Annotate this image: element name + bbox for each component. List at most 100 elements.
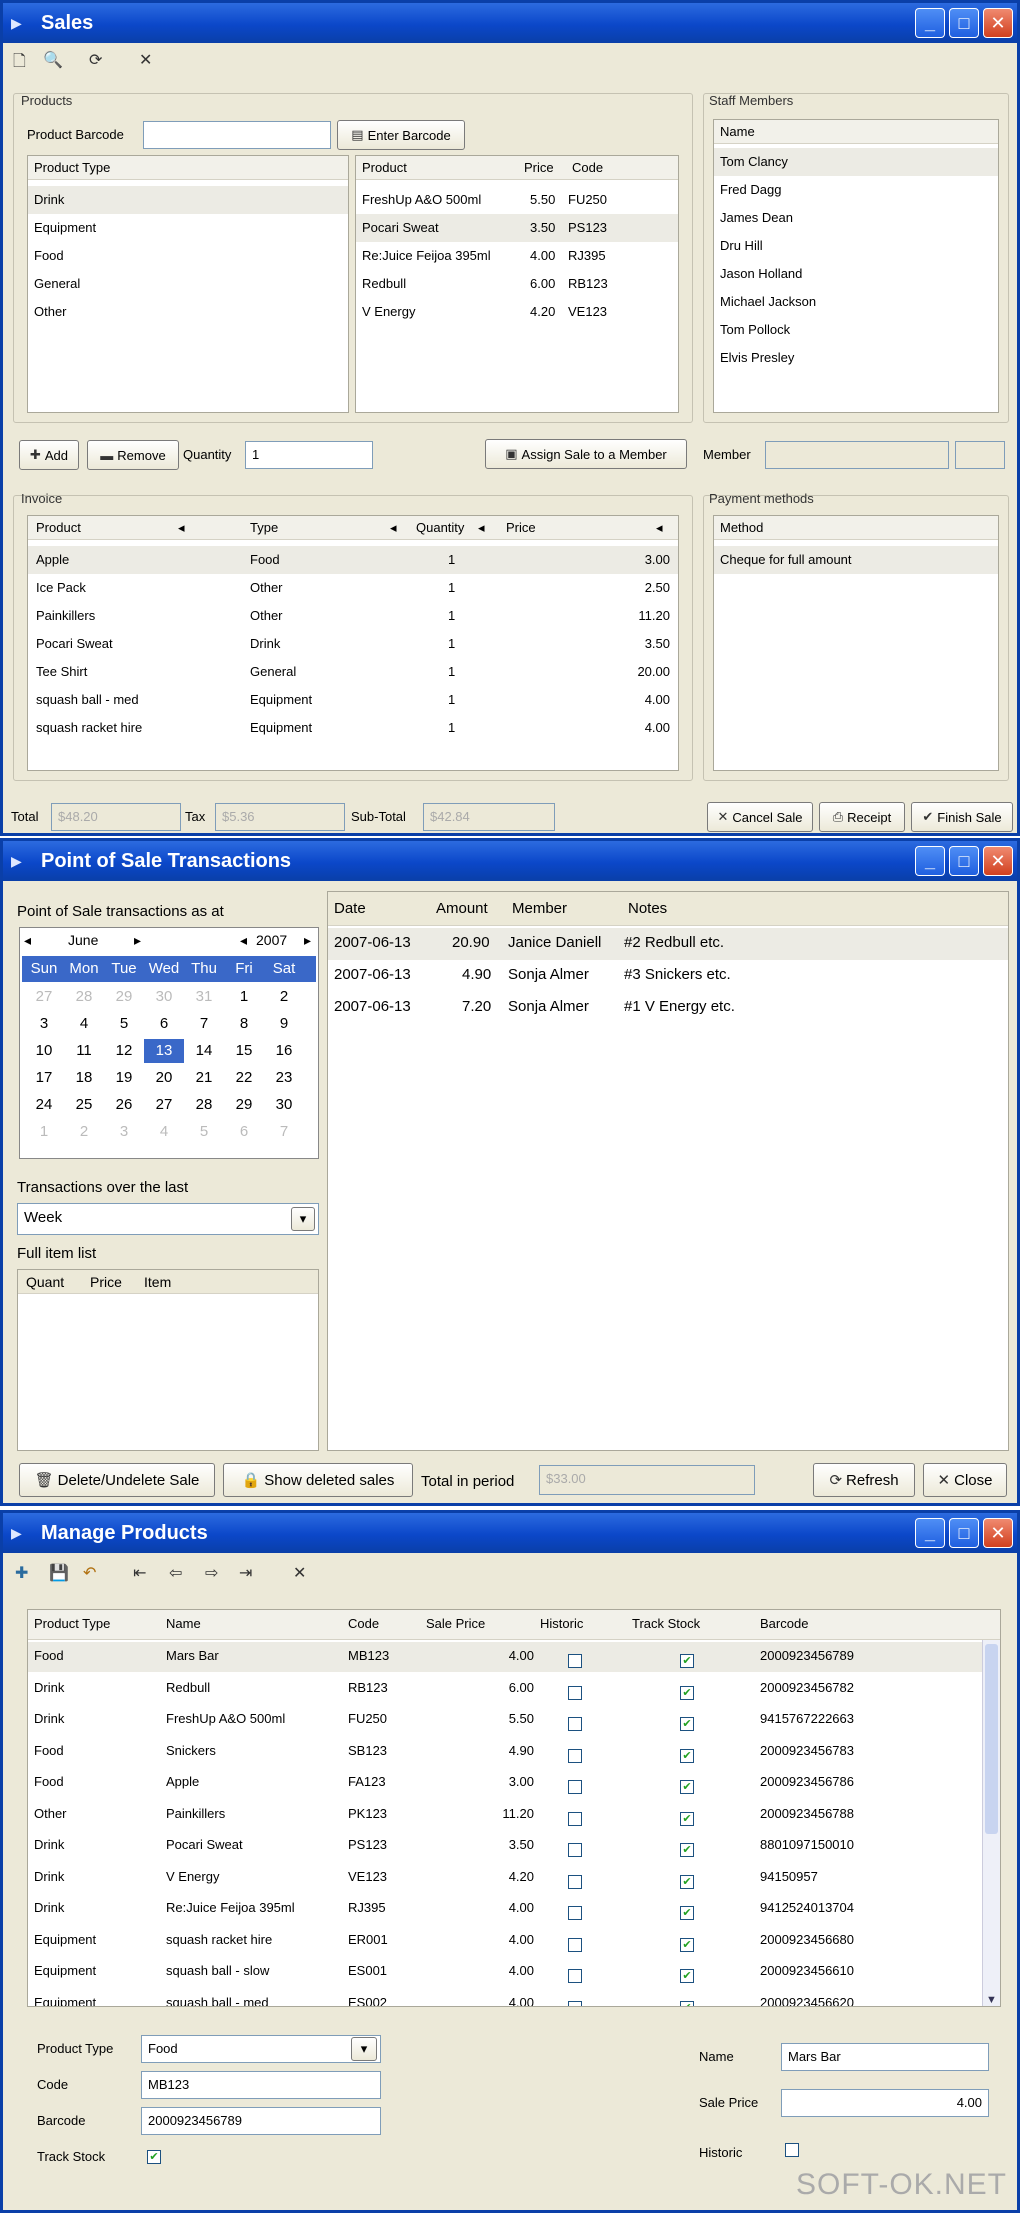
maximize-button[interactable]: □: [949, 1518, 979, 1548]
list-item[interactable]: Re:Juice Feijoa 395ml 4.00 RJ395: [356, 242, 678, 270]
barcode-input[interactable]: [143, 121, 331, 149]
calendar-day[interactable]: 26: [104, 1096, 144, 1113]
calendar-day[interactable]: 21: [184, 1069, 224, 1086]
scrollbar-thumb[interactable]: [985, 1644, 998, 1834]
cancel-sale-button[interactable]: ✕ Cancel Sale: [707, 802, 813, 832]
list-item[interactable]: Jason Holland: [714, 260, 998, 288]
table-row[interactable]: Drink FreshUp A&O 500ml FU250 5.50 941576722…: [28, 1705, 1000, 1735]
delete-icon[interactable]: ✕: [139, 50, 152, 70]
calendar-day[interactable]: 18: [64, 1069, 104, 1086]
list-item[interactable]: Equipment: [28, 214, 348, 242]
table-row[interactable]: Food Apple FA123 3.00 2000923456786 ✔: [28, 1768, 1000, 1798]
list-item[interactable]: Tom Pollock: [714, 316, 998, 344]
save-icon[interactable]: 💾: [49, 1563, 69, 1583]
calendar-day[interactable]: 1: [24, 1123, 64, 1140]
scrollbar[interactable]: ▼: [982, 1640, 1000, 2006]
list-item[interactable]: Cheque for full amount: [714, 546, 998, 574]
calendar-day[interactable]: 12: [104, 1042, 144, 1059]
list-item[interactable]: James Dean: [714, 204, 998, 232]
payment-list[interactable]: Method Cheque for full amount: [713, 515, 999, 771]
list-item[interactable]: General: [28, 270, 348, 298]
table-row[interactable]: Food Mars Bar MB123 4.00 2000923456789 ✔: [28, 1642, 1000, 1672]
table-row[interactable]: 2007-06-13 20.90 Janice Daniell #2 Redbull …: [328, 928, 1008, 960]
first-record-icon[interactable]: ⇤: [133, 1563, 146, 1583]
calendar-day[interactable]: 7: [264, 1123, 304, 1140]
delete-sale-button[interactable]: 🗑 Delete/Undelete Sale: [19, 1463, 215, 1497]
calendar-day[interactable]: 25: [64, 1096, 104, 1113]
calendar-day[interactable]: 23: [264, 1069, 304, 1086]
maximize-button[interactable]: □: [949, 8, 979, 38]
calendar-day[interactable]: 22: [224, 1069, 264, 1086]
list-item[interactable]: Tom Clancy: [714, 148, 998, 176]
transactions-table[interactable]: Date Amount Member Notes 2007-06-13 20.90…: [327, 891, 1009, 1451]
receipt-button[interactable]: ⎙ Receipt: [819, 802, 905, 832]
calendar-day[interactable]: 19: [104, 1069, 144, 1086]
minimize-button[interactable]: _: [915, 846, 945, 876]
close-button[interactable]: ✕: [983, 846, 1013, 876]
calendar-day[interactable]: 30: [264, 1096, 304, 1113]
table-row[interactable]: squash ball - med Equipment 1 4.00: [28, 686, 678, 714]
calendar-day[interactable]: 13: [144, 1039, 184, 1063]
table-row[interactable]: 2007-06-13 4.90 Sonja Almer #3 Snickers etc…: [328, 960, 1008, 992]
calendar-day[interactable]: 1: [224, 988, 264, 1005]
list-item[interactable]: Other: [28, 298, 348, 326]
list-item[interactable]: Elvis Presley: [714, 344, 998, 372]
invoice-table[interactable]: Product ◂ Type ◂ Quantity ◂ Price ◂ Appl…: [27, 515, 679, 771]
search-icon[interactable]: 🔍: [43, 50, 63, 70]
list-item[interactable]: Food: [28, 242, 348, 270]
prev-record-icon[interactable]: ⇦: [169, 1563, 182, 1583]
chevron-down-icon[interactable]: ▾: [351, 2037, 377, 2061]
table-row[interactable]: Equipment squash ball - slow ES001 4.00 2000…: [28, 1957, 1000, 1987]
form-name-input[interactable]: Mars Bar: [781, 2043, 989, 2071]
calendar-day[interactable]: 7: [184, 1015, 224, 1032]
calendar-day[interactable]: 30: [144, 988, 184, 1005]
assign-sale-button[interactable]: ▣ Assign Sale to a Member: [485, 439, 687, 469]
table-row[interactable]: squash racket hire Equipment 1 4.00: [28, 714, 678, 742]
calendar[interactable]: ◂ June ▸ ◂ 2007 ▸ Sun Mon Tue Wed Thu Fri Sat 2…: [19, 927, 319, 1159]
calendar-day[interactable]: 9: [264, 1015, 304, 1032]
calendar-day[interactable]: 5: [104, 1015, 144, 1032]
table-row[interactable]: Painkillers Other 1 11.20: [28, 602, 678, 630]
undo-icon[interactable]: ↶: [83, 1563, 96, 1583]
calendar-day[interactable]: 24: [24, 1096, 64, 1113]
refresh-icon[interactable]: ⟳: [89, 50, 102, 70]
calendar-day[interactable]: 28: [64, 988, 104, 1005]
calendar-day[interactable]: 10: [24, 1042, 64, 1059]
list-item[interactable]: Redbull 6.00 RB123: [356, 270, 678, 298]
maximize-button[interactable]: □: [949, 846, 979, 876]
finish-sale-button[interactable]: ✔ Finish Sale: [911, 802, 1013, 832]
add-button[interactable]: ✚ Add: [19, 440, 79, 470]
period-select[interactable]: Week: [17, 1203, 319, 1235]
list-item[interactable]: Fred Dagg: [714, 176, 998, 204]
calendar-day[interactable]: 6: [144, 1015, 184, 1032]
table-row[interactable]: Apple Food 1 3.00: [28, 546, 678, 574]
remove-button[interactable]: ▬ Remove: [87, 440, 179, 470]
last-record-icon[interactable]: ⇥: [239, 1563, 252, 1583]
table-row[interactable]: Drink Redbull RB123 6.00 2000923456782 ✔: [28, 1674, 1000, 1704]
minimize-button[interactable]: _: [915, 1518, 945, 1548]
quantity-input[interactable]: 1: [245, 441, 373, 469]
scroll-down-icon[interactable]: ▼: [986, 1994, 997, 2006]
minimize-button[interactable]: _: [915, 8, 945, 38]
calendar-day[interactable]: 2: [64, 1123, 104, 1140]
form-price-input[interactable]: 4.00: [781, 2089, 989, 2117]
calendar-day[interactable]: 8: [224, 1015, 264, 1032]
add-icon[interactable]: ✚: [15, 1563, 28, 1583]
prev-month-icon[interactable]: ◂: [24, 932, 31, 949]
enter-barcode-button[interactable]: ▤ Enter Barcode: [337, 120, 465, 150]
prev-year-icon[interactable]: ◂: [240, 932, 247, 949]
staff-list[interactable]: Name Tom Clancy Fred Dagg James Dean Dru…: [713, 119, 999, 413]
calendar-day[interactable]: 20: [144, 1069, 184, 1086]
calendar-month[interactable]: June: [68, 932, 98, 948]
table-row[interactable]: 2007-06-13 7.20 Sonja Almer #1 V Energy etc…: [328, 992, 1008, 1024]
delete-icon[interactable]: ✕: [293, 1563, 306, 1583]
list-item[interactable]: Drink: [28, 186, 348, 214]
list-item[interactable]: Pocari Sweat 3.50 PS123: [356, 214, 678, 242]
next-year-icon[interactable]: ▸: [304, 932, 311, 949]
calendar-day[interactable]: 29: [104, 988, 144, 1005]
calendar-day[interactable]: 15: [224, 1042, 264, 1059]
calendar-year[interactable]: 2007: [256, 932, 287, 948]
next-month-icon[interactable]: ▸: [134, 932, 141, 949]
table-row[interactable]: Other Painkillers PK123 11.20 2000923456788 ✔: [28, 1800, 1000, 1830]
show-deleted-button[interactable]: 🔒 Show deleted sales: [223, 1463, 413, 1497]
